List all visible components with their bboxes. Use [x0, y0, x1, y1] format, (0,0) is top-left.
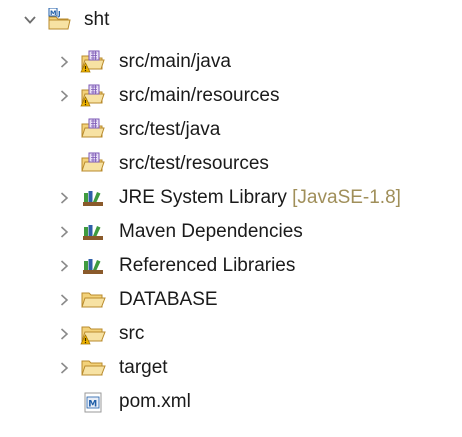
source-folder-warning-icon [80, 84, 106, 108]
chevron-right-icon[interactable] [56, 88, 72, 104]
item-label[interactable]: Referenced Libraries [119, 249, 295, 283]
library-icon [80, 254, 106, 278]
jre-version-decoration: [JavaSE-1.8] [292, 187, 401, 208]
project-explorer-tree: M J sht src/main/java src/main/resources… [0, 0, 462, 437]
item-label[interactable]: src/test/resources [119, 147, 269, 181]
folder-icon [80, 288, 106, 312]
tree-row-src[interactable]: src [0, 317, 462, 351]
chevron-right-icon[interactable] [56, 258, 72, 274]
item-label[interactable]: src/main/resources [119, 79, 280, 113]
item-label[interactable]: src/test/java [119, 113, 220, 147]
folder-warning-icon [80, 322, 106, 346]
tree-row-src-main-java[interactable]: src/main/java [0, 45, 462, 79]
svg-text:J: J [57, 10, 61, 18]
source-folder-icon [80, 152, 106, 176]
chevron-right-icon[interactable] [56, 224, 72, 240]
item-label[interactable]: src [119, 317, 144, 351]
tree-row-src-main-resources[interactable]: src/main/resources [0, 79, 462, 113]
svg-text:M: M [50, 9, 56, 17]
tree-row-jre-system-library[interactable]: JRE System Library [JavaSE-1.8] [0, 181, 462, 215]
maven-pom-file-icon: M [80, 390, 106, 414]
chevron-down-icon[interactable] [22, 12, 38, 28]
source-folder-warning-icon [80, 50, 106, 74]
tree-row-project[interactable]: M J sht [0, 3, 462, 37]
chevron-right-icon[interactable] [56, 326, 72, 342]
tree-row-src-test-resources[interactable]: src/test/resources [0, 147, 462, 181]
item-label[interactable]: Maven Dependencies [119, 215, 303, 249]
item-label[interactable]: pom.xml [119, 385, 191, 419]
tree-row-maven-dependencies[interactable]: Maven Dependencies [0, 215, 462, 249]
tree-row-referenced-libraries[interactable]: Referenced Libraries [0, 249, 462, 283]
source-folder-icon [80, 118, 106, 142]
item-label[interactable]: DATABASE [119, 283, 218, 317]
project-label[interactable]: sht [84, 3, 109, 37]
library-icon [80, 220, 106, 244]
library-icon [80, 186, 106, 210]
library-name: JRE System Library [119, 187, 287, 208]
maven-project-icon: M J [46, 8, 72, 32]
tree-row-database[interactable]: DATABASE [0, 283, 462, 317]
tree-row-src-test-java[interactable]: src/test/java [0, 113, 462, 147]
item-label[interactable]: target [119, 351, 168, 385]
folder-icon [80, 356, 106, 380]
chevron-right-icon[interactable] [56, 190, 72, 206]
svg-text:M: M [88, 399, 97, 409]
item-label[interactable]: src/main/java [119, 45, 231, 79]
chevron-right-icon[interactable] [56, 360, 72, 376]
item-label[interactable]: JRE System Library [JavaSE-1.8] [119, 181, 401, 215]
tree-row-target[interactable]: target [0, 351, 462, 385]
chevron-right-icon[interactable] [56, 54, 72, 70]
chevron-right-icon[interactable] [56, 292, 72, 308]
tree-row-pom-xml[interactable]: M pom.xml [0, 385, 462, 419]
